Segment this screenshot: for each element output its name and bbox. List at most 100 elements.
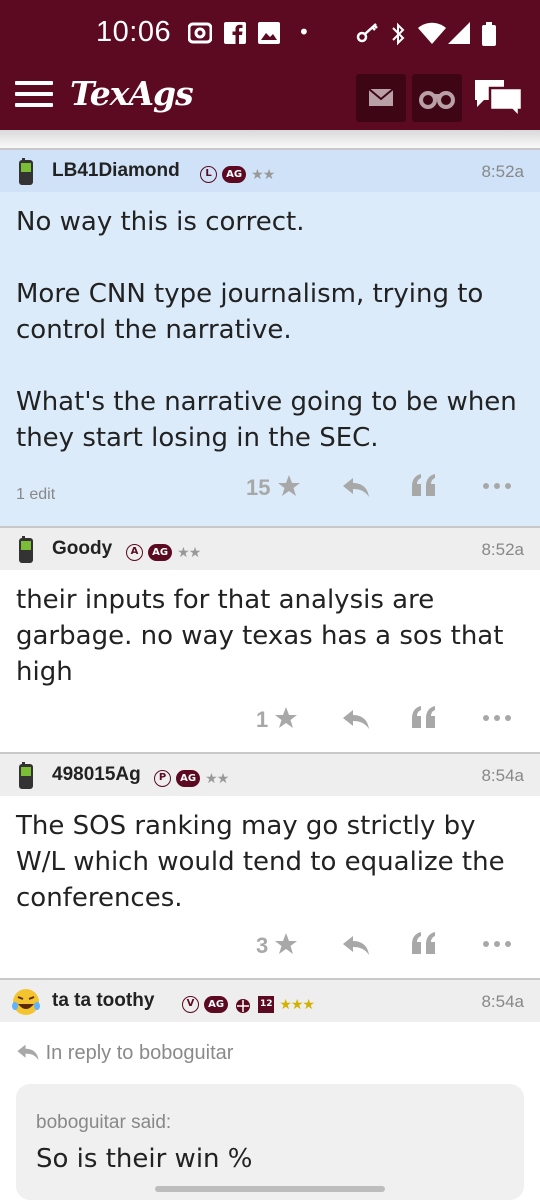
- more-icon[interactable]: [482, 482, 512, 490]
- quote-icon[interactable]: [410, 932, 438, 956]
- user-stars: ★★★: [279, 996, 315, 1013]
- quote-block: boboguitar said: So is their win %: [16, 1084, 524, 1200]
- post-line: No way this is correct.: [16, 207, 305, 237]
- reply-icon[interactable]: [342, 476, 370, 498]
- ag-badge: AG: [148, 544, 173, 561]
- star-icon: [275, 707, 298, 728]
- post: LB41Diamond L AG ★★ 8:52a No way this is…: [0, 148, 540, 526]
- post-time: 8:54a: [481, 766, 524, 785]
- mail-button[interactable]: [356, 74, 406, 122]
- post: 498015Ag P AG ★★ 8:54a The SOS ranking m…: [0, 752, 540, 978]
- phone-icon: [19, 536, 33, 563]
- star-count: 3: [256, 933, 269, 958]
- header-shadow: [0, 130, 540, 148]
- phone-icon: [19, 158, 33, 185]
- post-username[interactable]: LB41Diamond: [52, 160, 180, 182]
- post-body: No way this is correct. More CNN type jo…: [16, 204, 517, 456]
- reply-reference[interactable]: In reply to boboguitar: [16, 1042, 233, 1065]
- chat-icon: [475, 80, 524, 121]
- chat-button[interactable]: [472, 74, 526, 122]
- ag-badge: AG: [222, 166, 247, 183]
- menu-icon[interactable]: [15, 81, 53, 111]
- quote-icon[interactable]: [410, 474, 438, 498]
- mail-icon: [368, 88, 394, 106]
- reply-label: In reply to boboguitar: [45, 1042, 234, 1064]
- signal-icon: [448, 22, 470, 49]
- post-time: 8:54a: [481, 992, 524, 1011]
- star-icon: [275, 933, 298, 954]
- star-button[interactable]: 1: [256, 706, 298, 733]
- post-body: their inputs for that analysis are garba…: [16, 582, 503, 690]
- post-header: ta ta toothy V AG 12 ★★★ 8:54a: [0, 978, 540, 1022]
- quote-icon[interactable]: [410, 706, 438, 730]
- post: Goody A AG ★★ 8:52a their inputs for tha…: [0, 526, 540, 752]
- image-icon: [258, 22, 280, 49]
- post-line: their inputs for that analysis are: [16, 585, 435, 615]
- post-line: conferences.: [16, 883, 183, 913]
- facebook-icon: [224, 22, 246, 49]
- post-username[interactable]: ta ta toothy: [52, 990, 154, 1012]
- star-button[interactable]: 3: [256, 932, 298, 959]
- post-username[interactable]: Goody: [52, 538, 112, 560]
- site-logo[interactable]: TexAgs: [70, 74, 194, 113]
- post-line: W/L which would tend to equalize the: [16, 847, 505, 877]
- user-badges: P AG ★★: [154, 768, 229, 787]
- camera-icon: [187, 22, 213, 49]
- post-line: control the narrative.: [16, 315, 292, 345]
- reply-icon[interactable]: [342, 934, 370, 956]
- phone-icon: [19, 762, 33, 789]
- vpn-key-icon: [356, 22, 380, 49]
- star-count: 15: [246, 475, 271, 500]
- wifi-icon: [418, 22, 446, 49]
- user-stars: ★★: [177, 544, 201, 561]
- laughing-emoji-icon: [12, 989, 40, 1015]
- status-bar: 10:06 •: [0, 0, 540, 66]
- ag-badge: AG: [204, 996, 229, 1013]
- post-username[interactable]: 498015Ag: [52, 764, 141, 786]
- post-line: What's the narrative going to be when: [16, 387, 517, 417]
- more-icon[interactable]: [482, 714, 512, 722]
- post-line: high: [16, 657, 73, 687]
- team-logo-icon: [233, 995, 253, 1014]
- post-time: 8:52a: [481, 540, 524, 559]
- bluetooth-icon: [390, 22, 406, 51]
- binoculars-button[interactable]: [412, 74, 462, 122]
- post-body: The SOS ranking may go strictly by W/L w…: [16, 808, 505, 916]
- twelfth-man-badge: 12: [258, 996, 275, 1013]
- post-line: More CNN type journalism, trying to: [16, 279, 484, 309]
- gesture-nav-bar[interactable]: [155, 1186, 385, 1192]
- app-header: TexAgs: [0, 66, 540, 130]
- star-icon: [277, 475, 300, 496]
- post-line: The SOS ranking may go strictly by: [16, 811, 476, 841]
- battery-icon: [482, 22, 496, 51]
- ag-badge: AG: [176, 770, 201, 787]
- dot-icon: •: [298, 20, 310, 44]
- post-line: [16, 348, 517, 384]
- level-badge: A: [126, 544, 143, 561]
- post-header: Goody A AG ★★ 8:52a: [0, 526, 540, 570]
- binoculars-icon: [419, 91, 455, 109]
- user-badges: L AG ★★: [200, 164, 275, 183]
- level-badge: L: [200, 166, 217, 183]
- post-time: 8:52a: [481, 162, 524, 181]
- level-badge: P: [154, 770, 171, 787]
- quote-text: So is their win %: [36, 1144, 253, 1174]
- edit-count[interactable]: 1 edit: [16, 486, 55, 504]
- status-time: 10:06: [96, 16, 172, 48]
- post-line: they start losing in the SEC.: [16, 423, 379, 453]
- post-line: [16, 240, 517, 276]
- more-icon[interactable]: [482, 940, 512, 948]
- level-badge: V: [182, 996, 199, 1013]
- user-stars: ★★: [205, 770, 229, 787]
- post-line: garbage. no way texas has a sos that: [16, 621, 504, 651]
- reply-icon[interactable]: [342, 708, 370, 730]
- user-badges: V AG 12 ★★★: [182, 994, 315, 1014]
- quote-author[interactable]: boboguitar said:: [36, 1112, 171, 1134]
- star-button[interactable]: 15: [246, 474, 301, 501]
- post-header: LB41Diamond L AG ★★ 8:52a: [0, 148, 540, 192]
- post-header: 498015Ag P AG ★★ 8:54a: [0, 752, 540, 796]
- user-stars: ★★: [251, 166, 275, 183]
- user-badges: A AG ★★: [126, 542, 201, 561]
- reply-icon: [17, 1044, 39, 1061]
- star-count: 1: [256, 707, 269, 732]
